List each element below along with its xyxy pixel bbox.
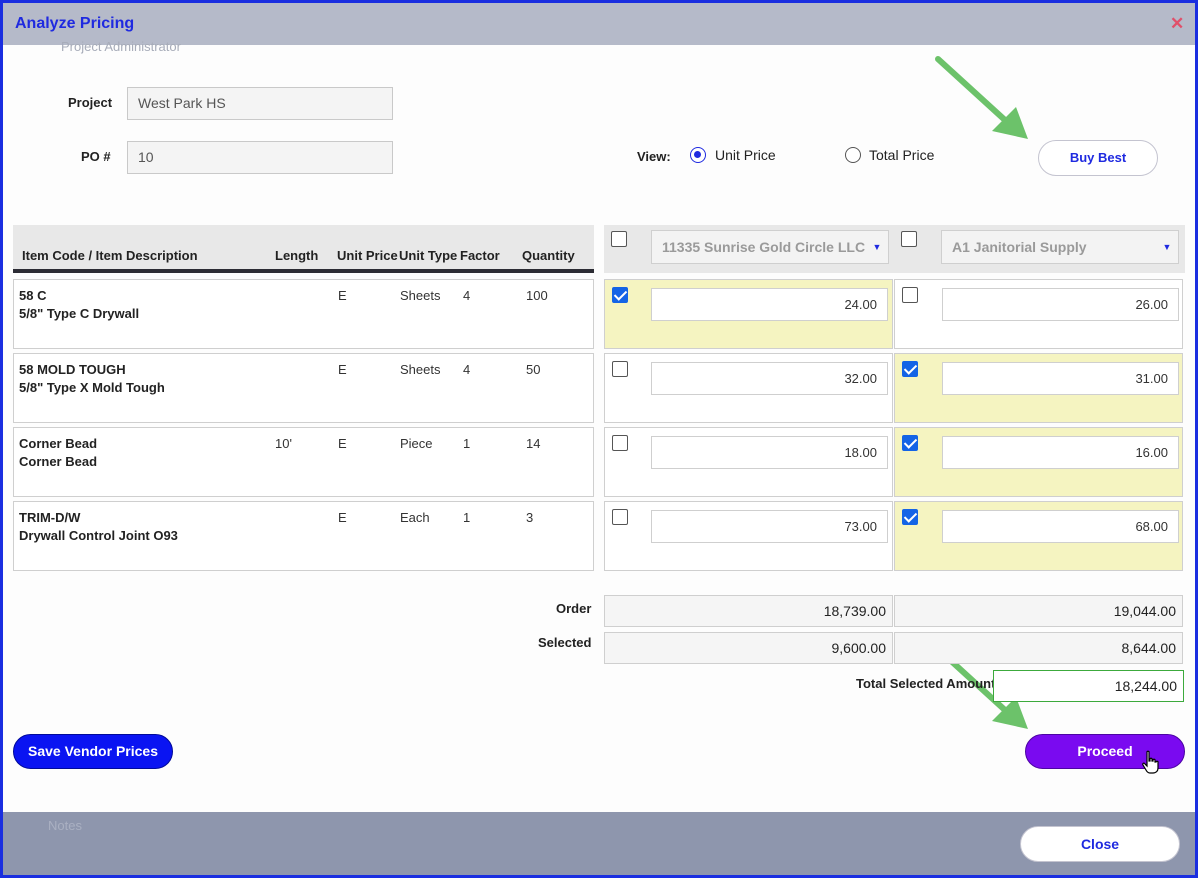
save-vendor-prices-button[interactable]: Save Vendor Prices [13, 734, 173, 769]
vendor-2-price-cell: 31.00 [894, 353, 1183, 423]
vendor-1-selected-total: 9,600.00 [604, 632, 893, 664]
item-unit-type: Sheets [400, 362, 441, 377]
vendor-1-select[interactable]: 11335 Sunrise Gold Circle LLC ▼ [651, 230, 889, 264]
vendor-1-price-cell: 24.00 [604, 279, 893, 349]
vendor-2-price-input[interactable]: 16.00 [942, 436, 1179, 469]
selected-label: Selected [538, 635, 592, 650]
item-code: TRIM-D/W [19, 510, 81, 525]
vendor-2-price-input[interactable]: 68.00 [942, 510, 1179, 543]
order-label: Order [556, 601, 592, 616]
vendor-1-price-cell: 32.00 [604, 353, 893, 423]
vendor-1-item-checkbox[interactable] [612, 287, 628, 303]
item-unit-price: E [338, 510, 347, 525]
vendor-2-price-input[interactable]: 31.00 [942, 362, 1179, 395]
col-quantity: Quantity [522, 248, 575, 263]
item-factor: 1 [463, 436, 471, 451]
item-factor: 1 [463, 510, 471, 525]
vendor-1-price-cell: 73.00 [604, 501, 893, 571]
item-code: Corner Bead [19, 436, 98, 451]
po-input[interactable]: 10 [127, 141, 393, 174]
col-unit-type: Unit Type [399, 248, 458, 263]
vendor-2-item-checkbox[interactable] [902, 509, 918, 525]
vendor-1-order-total: 18,739.00 [604, 595, 893, 627]
item-unit-price: E [338, 436, 347, 451]
vendor-2-name: A1 Janitorial Supply [952, 239, 1087, 255]
vendor-2-select[interactable]: A1 Janitorial Supply ▼ [941, 230, 1179, 264]
close-icon[interactable]: ✕ [1170, 14, 1184, 34]
ghost-header-text: Project Administrator [61, 39, 181, 54]
col-factor: Factor [460, 248, 500, 263]
vendor-2-item-checkbox[interactable] [902, 435, 918, 451]
item-description: Corner Bead [19, 454, 98, 469]
vendor-1-price-input[interactable]: 18.00 [651, 436, 888, 469]
vendor-2-selected-total: 8,644.00 [894, 632, 1183, 664]
chevron-down-icon: ▼ [1162, 242, 1172, 252]
project-label: Project [68, 95, 113, 110]
total-selected-amount: 18,244.00 [993, 670, 1184, 702]
item-unit-type: Each [400, 510, 430, 525]
po-label: PO # [81, 149, 111, 164]
vendor-1-price-cell: 18.00 [604, 427, 893, 497]
unit-price-radio[interactable] [690, 147, 706, 163]
item-length: 10' [275, 436, 292, 451]
unit-price-radio-label[interactable]: Unit Price [715, 147, 776, 163]
vendor-2-price-input[interactable]: 26.00 [942, 288, 1179, 321]
item-quantity: 100 [526, 288, 548, 303]
proceed-button[interactable]: Proceed [1025, 734, 1185, 769]
item-unit-type: Sheets [400, 288, 441, 303]
dialog-titlebar: Analyze Pricing Project Administrator ✕ [3, 3, 1195, 54]
header-divider [13, 269, 594, 273]
total-selected-label: Total Selected Amount [856, 676, 996, 691]
table-row: Corner Bead Corner Bead 10' E Piece 1 14 [13, 427, 594, 497]
item-description: 5/8" Type X Mold Tough [19, 380, 165, 395]
item-unit-price: E [338, 362, 347, 377]
vendor-2-price-cell: 16.00 [894, 427, 1183, 497]
project-input[interactable]: West Park HS [127, 87, 393, 120]
vendor-1-item-checkbox[interactable] [612, 435, 628, 451]
ghost-footer-text: Notes [48, 818, 82, 833]
vendor-2-select-all-checkbox[interactable] [901, 231, 917, 247]
close-button[interactable]: Close [1020, 826, 1180, 862]
analyze-pricing-dialog: Analyze Pricing Project Administrator ✕ … [3, 3, 1195, 875]
vendor-1-name: 11335 Sunrise Gold Circle LLC [662, 239, 866, 255]
vendor-1-price-input[interactable]: 73.00 [651, 510, 888, 543]
item-quantity: 14 [526, 436, 541, 451]
vendor-2-order-total: 19,044.00 [894, 595, 1183, 627]
item-unit-price: E [338, 288, 347, 303]
arrow-to-buy-best-icon [935, 56, 1028, 139]
table-row: 58 MOLD TOUGH 5/8" Type X Mold Tough E S… [13, 353, 594, 423]
vendor-1-item-checkbox[interactable] [612, 509, 628, 525]
chevron-down-icon: ▼ [872, 242, 882, 252]
dialog-title: Analyze Pricing [15, 15, 135, 32]
vendor-2-item-checkbox[interactable] [902, 361, 918, 377]
item-quantity: 50 [526, 362, 541, 377]
vendor-2-price-cell: 26.00 [894, 279, 1183, 349]
hand-cursor-icon [1142, 750, 1159, 774]
view-label: View: [637, 149, 671, 164]
vendor-1-price-input[interactable]: 32.00 [651, 362, 888, 395]
vendor-2-price-cell: 68.00 [894, 501, 1183, 571]
col-length: Length [275, 248, 319, 263]
col-unit-price: Unit Price [337, 248, 398, 263]
total-price-radio-label[interactable]: Total Price [869, 147, 934, 163]
item-quantity: 3 [526, 510, 534, 525]
item-description: 5/8" Type C Drywall [19, 306, 140, 321]
dialog-footer: Notes Close [3, 812, 1195, 875]
item-factor: 4 [463, 288, 471, 303]
vendor-2-item-checkbox[interactable] [902, 287, 918, 303]
buy-best-button[interactable]: Buy Best [1038, 140, 1158, 176]
item-unit-type: Piece [400, 436, 433, 451]
col-item-code: Item Code / Item Description [22, 248, 198, 263]
total-price-radio[interactable] [845, 147, 861, 163]
item-factor: 4 [463, 362, 471, 377]
item-description: Drywall Control Joint O93 [19, 528, 178, 543]
item-code: 58 MOLD TOUGH [19, 362, 126, 377]
table-row: TRIM-D/W Drywall Control Joint O93 E Eac… [13, 501, 594, 571]
vendor-1-price-input[interactable]: 24.00 [651, 288, 888, 321]
item-code: 58 C [19, 288, 47, 303]
table-row: 58 C 5/8" Type C Drywall E Sheets 4 100 [13, 279, 594, 349]
vendor-1-item-checkbox[interactable] [612, 361, 628, 377]
vendor-1-select-all-checkbox[interactable] [611, 231, 627, 247]
